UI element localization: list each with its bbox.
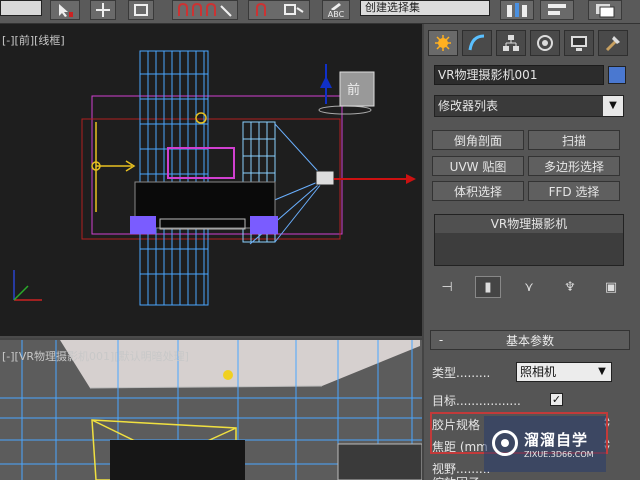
align-icon[interactable] — [540, 0, 574, 20]
rollout-title: 基本参数 — [505, 333, 554, 348]
svg-text:前: 前 — [347, 82, 360, 98]
ffd-select-button[interactable]: FFD 选择 — [528, 181, 620, 201]
motion-tab-icon[interactable] — [530, 30, 560, 56]
camera-type-value: 照相机 — [520, 365, 557, 379]
target-checkbox[interactable]: ✓ — [550, 393, 563, 406]
axis-tripod-icon — [13, 270, 42, 301]
abc-label: ABC — [327, 10, 345, 19]
show-end-result-icon[interactable]: ▮ — [475, 276, 501, 298]
dropdown-arrow-icon: ▼ — [598, 366, 606, 377]
poly-select-button[interactable]: 多边形选择 — [528, 156, 620, 176]
named-selection-set-field[interactable]: 创建选择集 — [360, 0, 490, 16]
object-name-field[interactable]: VR物理摄影机001 — [434, 65, 604, 85]
angle-snap-icon[interactable] — [172, 0, 238, 20]
chair-left — [130, 216, 156, 234]
camera-type-select[interactable]: 照相机 ▼ — [516, 362, 612, 382]
hierarchy-tab-icon[interactable] — [496, 30, 526, 56]
collapse-icon: - — [438, 333, 444, 347]
bevel-profile-button[interactable]: 倒角剖面 — [432, 130, 524, 150]
watermark-url: ZIXUE.3D66.COM — [524, 450, 594, 459]
selection-filter-dropdown[interactable] — [0, 0, 42, 16]
watermark: 溜溜自学 ZIXUE.3D66.COM — [484, 416, 606, 472]
zoom-factor-label: 缩放因子 — [432, 474, 512, 480]
main-toolbar: ABC 创建选择集 — [0, 0, 640, 24]
target-label: 目标................. — [432, 394, 521, 408]
select-move-icon[interactable] — [90, 0, 116, 20]
stack-toolbar: ⊣ ▮ ⋎ ♆ ▣ — [434, 276, 624, 298]
create-tab-icon[interactable] — [428, 30, 458, 56]
camera-viewport[interactable]: [-][VR物理摄影机001][默认明暗处理] — [0, 340, 422, 480]
pin-stack-icon[interactable]: ⊣ — [434, 276, 460, 298]
utilities-tab-icon[interactable] — [598, 30, 628, 56]
light-dot — [223, 370, 233, 380]
layer-manager-icon[interactable] — [588, 0, 622, 20]
remove-modifier-icon[interactable]: ♆ — [557, 276, 583, 298]
3dsmax-window: ABC 创建选择集 [-][前][线框] 前 [-][VR物理摄影机001][默… — [0, 0, 640, 480]
configure-modifier-sets-icon[interactable]: ▣ — [598, 276, 624, 298]
dropdown-arrow-icon: ▼ — [603, 96, 623, 116]
type-label: 类型......... — [432, 366, 491, 380]
mirror-icon[interactable] — [500, 0, 534, 20]
chair-right — [250, 216, 278, 234]
sweep-button[interactable]: 扫描 — [528, 130, 620, 150]
command-panel: VR物理摄影机001 修改器列表 ▼ 倒角剖面 扫描 UVW 贴图 多边形选择 … — [424, 24, 640, 480]
yellow-gizmo — [95, 122, 136, 212]
display-tab-icon[interactable] — [564, 30, 594, 56]
wireframe-scene: 前 — [0, 50, 422, 338]
front-viewport[interactable]: [-][前][线框] 前 — [0, 24, 422, 338]
modifier-stack[interactable]: VR物理摄影机 — [434, 214, 624, 266]
volume-select-button[interactable]: 体积选择 — [432, 181, 524, 201]
watermark-logo-icon — [492, 430, 518, 456]
modifier-list-label: 修改器列表 — [438, 99, 499, 113]
snap-toggle-icon[interactable] — [128, 0, 154, 20]
camera-viewport-label[interactable]: [-][VR物理摄影机001][默认明暗处理] — [2, 348, 189, 364]
watermark-title: 溜溜自学 — [524, 431, 589, 449]
edit-named-selection-icon[interactable]: ABC — [322, 0, 350, 20]
uvw-map-button[interactable]: UVW 贴图 — [432, 156, 524, 176]
percent-snap-icon[interactable] — [248, 0, 310, 20]
object-color-swatch[interactable] — [608, 66, 626, 84]
select-object-icon[interactable] — [50, 0, 80, 20]
make-unique-icon[interactable]: ⋎ — [516, 276, 542, 298]
modify-tab-icon[interactable] — [462, 30, 492, 56]
modifier-list-dropdown[interactable]: 修改器列表 ▼ — [434, 95, 624, 117]
camera-object — [315, 170, 335, 186]
basic-params-rollout[interactable]: - 基本参数 — [430, 330, 630, 350]
stack-item-vrayphysicalcamera[interactable]: VR物理摄影机 — [435, 215, 623, 233]
